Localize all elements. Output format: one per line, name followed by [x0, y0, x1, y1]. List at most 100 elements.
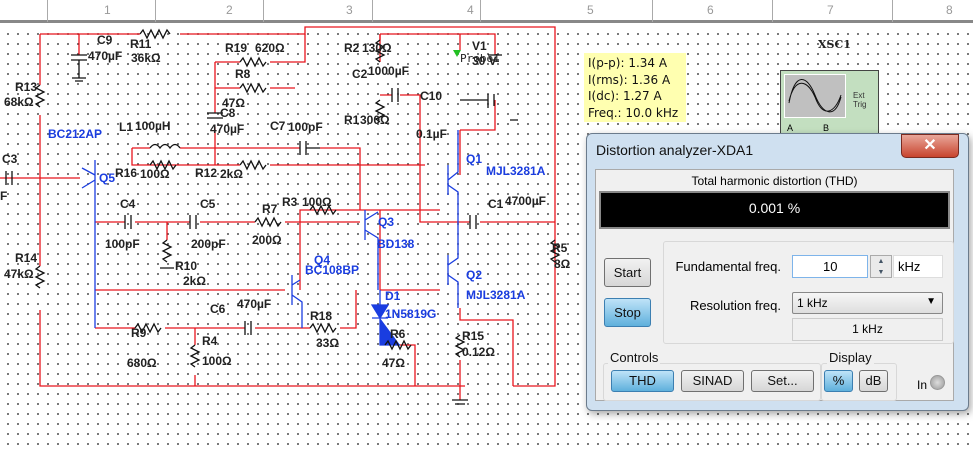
fundamental-freq-input[interactable]: 10	[792, 255, 868, 278]
v1-label[interactable]: V1	[472, 39, 487, 53]
distortion-analyzer-window: Distortion analyzer-XDA1 ✕ Total harmoni…	[586, 133, 969, 411]
r18-label[interactable]: R18	[310, 309, 332, 323]
r16-value: 100Ω	[140, 167, 170, 181]
c4-value: 100pF	[105, 237, 140, 251]
ruler-num: 8	[946, 3, 953, 17]
oscilloscope-xsc1[interactable]: Ext Trig A B	[780, 70, 879, 134]
r9-value: 680Ω	[127, 356, 157, 370]
q2-model: MJL3281A	[466, 288, 526, 302]
ruler-num: 2	[226, 3, 233, 17]
r9-label[interactable]: R9	[131, 326, 147, 340]
c9-label[interactable]: C9	[97, 33, 113, 47]
c2-label[interactable]: C2	[352, 67, 368, 81]
probe-readout[interactable]: I(p-p): 1.34 A I(rms): 1.36 A I(dc): 1.2…	[584, 53, 686, 122]
r6-value: 47Ω	[382, 356, 405, 370]
close-icon: ✕	[923, 137, 937, 154]
c8-value: 470µF	[210, 122, 244, 136]
c3-label[interactable]: C3	[2, 152, 18, 166]
c1-value: 4700µF	[505, 194, 546, 208]
display-label: Display	[827, 350, 874, 365]
fundamental-freq-label: Fundamental freq.	[675, 259, 781, 274]
resolution-freq-readout: 1 kHz	[792, 318, 943, 341]
r3-label[interactable]: R3	[282, 195, 298, 209]
q5-model: BC212AP	[48, 127, 102, 141]
c8-label[interactable]: C8	[220, 106, 236, 120]
q5-label[interactable]: Q5	[99, 171, 115, 185]
close-button[interactable]: ✕	[901, 134, 959, 158]
q1-label[interactable]: Q1	[466, 152, 482, 166]
r1-value: 300Ω	[360, 113, 390, 127]
percent-button[interactable]: %	[824, 370, 853, 392]
q3-label[interactable]: Q3	[378, 215, 394, 229]
ruler-sep	[155, 0, 156, 22]
c6-label[interactable]: C6	[210, 302, 226, 316]
r11-value: 36kΩ	[131, 51, 161, 65]
r10-label[interactable]: R10	[175, 259, 197, 273]
r4-label[interactable]: R4	[202, 334, 218, 348]
ruler-sep	[263, 0, 264, 22]
sine-wave-icon	[788, 79, 842, 113]
r8-label[interactable]: R8	[235, 67, 251, 81]
c4-label[interactable]: C4	[120, 197, 136, 211]
c7-label[interactable]: C7	[270, 119, 286, 133]
l1-label[interactable]: L1	[119, 120, 133, 134]
ext-trig-label: Ext Trig	[853, 91, 867, 109]
r13-value: 68kΩ	[4, 95, 34, 109]
set-button[interactable]: Set...	[751, 370, 814, 392]
r19-label[interactable]: R19	[225, 41, 247, 55]
r12-label[interactable]: R12	[195, 166, 217, 180]
thd-button[interactable]: THD	[611, 370, 674, 392]
r5-label[interactable]: R5	[552, 241, 568, 255]
r6-label[interactable]: R6	[390, 327, 406, 341]
probe-ipp: I(p-p): 1.34 A	[588, 56, 668, 70]
spin-up-icon[interactable]: ▲	[871, 256, 891, 267]
r14-value: 47kΩ	[4, 267, 34, 281]
r10-value: 2kΩ	[183, 274, 206, 288]
ruler-sep	[480, 0, 481, 22]
r7-value: 200Ω	[252, 233, 282, 247]
c10-value: 0.1µF	[416, 127, 447, 141]
c1-label[interactable]: C1	[488, 197, 504, 211]
resolution-freq-select[interactable]: 1 kHz ▼	[792, 292, 943, 314]
window-title: Distortion analyzer-XDA1	[596, 142, 754, 158]
freq-spinner[interactable]: ▲ ▼	[870, 255, 892, 278]
r19-value: 620Ω	[255, 41, 285, 55]
sheet-ruler: 1 2 3 4 5 6 7 8	[0, 0, 973, 23]
q2-label[interactable]: Q2	[466, 268, 482, 282]
q4-model: BC108BP	[305, 263, 359, 277]
xsc1-label: XSC1	[818, 38, 851, 51]
c3-value: F	[0, 189, 7, 203]
r2-value: 130Ω	[362, 41, 392, 55]
thd-display: 0.001 %	[599, 191, 950, 229]
resolution-freq-value: 1 kHz	[797, 296, 828, 310]
ruler-sep	[372, 0, 373, 22]
channel-a-label: A	[787, 123, 794, 133]
c10-label[interactable]: C10	[420, 89, 442, 103]
ruler-sep	[47, 0, 48, 22]
r15-label[interactable]: R15	[462, 329, 484, 343]
oscilloscope-screen-icon	[784, 74, 846, 118]
ruler-num: 7	[827, 3, 834, 17]
start-button[interactable]: Start	[604, 258, 651, 287]
r2-label[interactable]: R2	[344, 41, 360, 55]
r1-label[interactable]: R1	[344, 113, 360, 127]
r7-label[interactable]: R7	[262, 202, 278, 216]
r11-label[interactable]: R11	[130, 37, 152, 51]
spin-down-icon[interactable]: ▼	[871, 267, 891, 278]
r13-label[interactable]: R13	[15, 80, 37, 94]
c5-label[interactable]: C5	[200, 197, 216, 211]
stop-button[interactable]: Stop	[604, 298, 651, 327]
input-terminal-icon[interactable]	[930, 375, 945, 390]
d1-label[interactable]: D1	[385, 289, 401, 303]
sinad-button[interactable]: SINAD	[681, 370, 744, 392]
r5-value: 8Ω	[554, 257, 571, 271]
r16-label[interactable]: R16	[115, 166, 137, 180]
db-button[interactable]: dB	[859, 370, 888, 392]
probe-idc: I(dc): 1.27 A	[588, 89, 662, 103]
q1-model: MJL3281A	[486, 164, 546, 178]
r14-label[interactable]: R14	[15, 251, 37, 265]
freq-unit-field[interactable]: kHz	[893, 255, 943, 278]
chevron-down-icon: ▼	[926, 296, 936, 307]
ruler-sep	[892, 0, 893, 22]
probe-label[interactable]: Probe1	[460, 52, 500, 65]
